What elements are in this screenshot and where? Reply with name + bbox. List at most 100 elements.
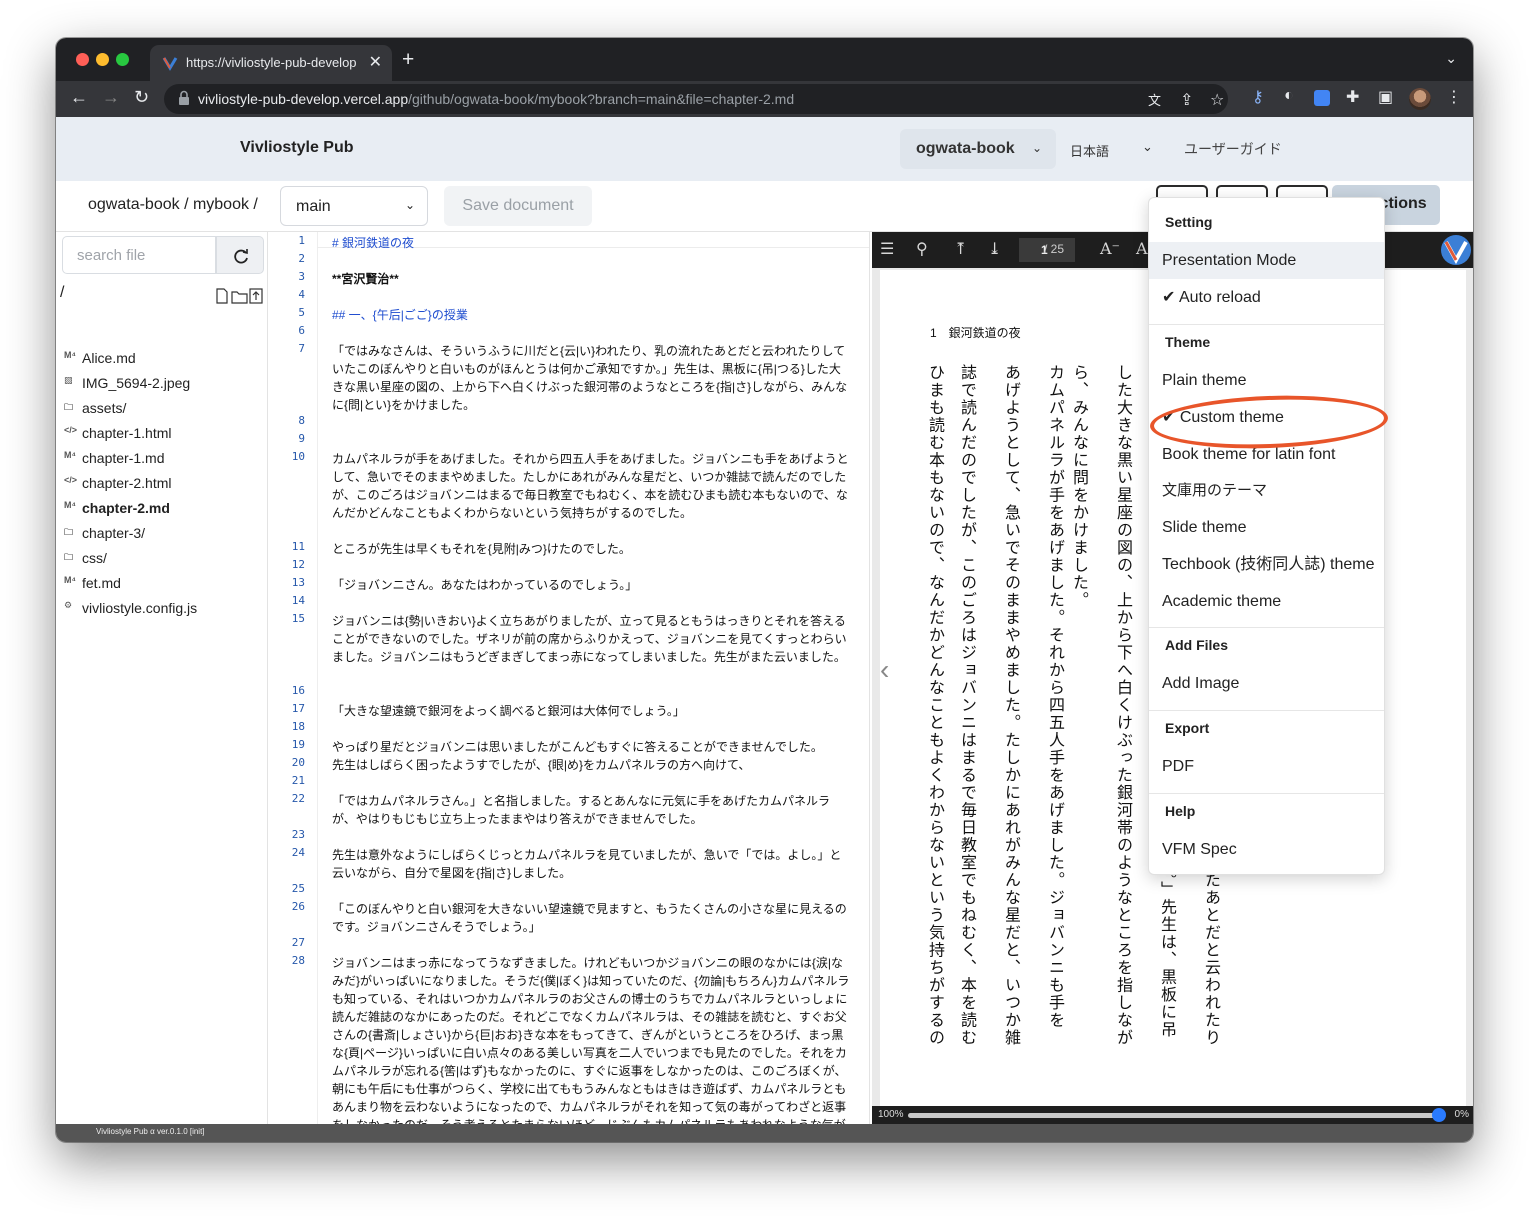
reload-icon[interactable]: ↻: [134, 87, 149, 108]
zoom-slider[interactable]: [908, 1113, 1438, 1118]
line-text: 先生は意外なようにしばらくじっとカムパネルラを見ていましたが、急いで「では。よし…: [332, 848, 842, 880]
file-item[interactable]: 🗀 css/: [64, 548, 264, 573]
first-page-icon[interactable]: ⤒: [954, 239, 967, 258]
bookmark-star-icon[interactable]: ☆: [1210, 90, 1224, 110]
file-name: Alice.md: [82, 350, 136, 366]
search-icon[interactable]: ⚲: [916, 239, 928, 258]
root-path[interactable]: /: [60, 284, 64, 302]
file-type-icon: </>: [64, 475, 78, 485]
new-folder-icon[interactable]: [231, 291, 248, 304]
line-number: 6: [298, 324, 305, 337]
vertical-text-column: カムパネルラが手をあげました。それから四五人手をあげました。ジョバンニも手を: [1046, 364, 1065, 1029]
menu-item-academic-theme[interactable]: Academic theme: [1149, 583, 1384, 620]
new-file-icon[interactable]: [216, 288, 228, 304]
file-item[interactable]: 🗀 chapter-3/: [64, 523, 264, 548]
line-number: 12: [291, 558, 305, 571]
menu-item-auto-reload[interactable]: ✔ Auto reload: [1149, 279, 1384, 316]
file-item[interactable]: M⁴ chapter-1.md: [64, 448, 264, 473]
refresh-files-button[interactable]: [216, 236, 264, 274]
tab-bar: https://vivliostyle-pub-develop ✕ + ⌄: [56, 38, 1473, 81]
menu-item-vfm-spec[interactable]: VFM Spec: [1149, 831, 1384, 868]
back-icon[interactable]: ←: [70, 87, 88, 108]
file-type-icon: M⁴: [64, 450, 76, 460]
file-item[interactable]: M⁴ chapter-2.md: [64, 498, 264, 523]
menu-item-techbook-theme[interactable]: Techbook (技術同人誌) theme: [1149, 546, 1384, 583]
zoom-left-label: 100%: [878, 1109, 904, 1120]
brand-title[interactable]: Vivliostyle Pub: [240, 139, 354, 157]
google-translate-icon[interactable]: [1314, 90, 1330, 106]
line-text: 「大きな望遠鏡で銀河をよっく調べると銀河は大体何でしょう。」: [332, 704, 685, 718]
share-icon[interactable]: ⇪: [1180, 90, 1193, 110]
next-page-icon[interactable]: ⤓: [988, 239, 1001, 258]
profile-avatar[interactable]: [1409, 88, 1431, 110]
font-smaller-icon[interactable]: A⁻: [1100, 239, 1120, 258]
line-text: カムパネルラが手をあげました。それから四五人手をあげました。ジョバンニも手をあげ…: [332, 452, 849, 520]
line-text: 「ではみなさんは、そういうふうに川だと{云|い}われたり、乳の流れたあとだと云わ…: [332, 344, 848, 412]
line-text: ## 一、{午后|ごご}の授業: [332, 308, 468, 322]
line-number: 24: [291, 846, 305, 859]
file-type-icon: 🗀: [64, 552, 74, 562]
zoom-right-label: 0%: [1454, 1109, 1469, 1120]
save-document-button[interactable]: Save document: [444, 186, 592, 226]
user-dropdown[interactable]: ogwata-book ⌄: [900, 129, 1056, 169]
file-item[interactable]: 🗀 assets/: [64, 398, 264, 423]
upload-icon[interactable]: [249, 288, 263, 304]
extension-spy-icon[interactable]: ◐: [1284, 87, 1294, 105]
file-item[interactable]: </> chapter-1.html: [64, 423, 264, 448]
close-tab-icon[interactable]: ✕: [369, 52, 382, 72]
file-item[interactable]: M⁴ fet.md: [64, 573, 264, 598]
line-text: 先生はしばらく困ったようすでしたが、{眼|め}をカムパネルラの方へ向けて、: [332, 758, 751, 772]
sidepanel-icon[interactable]: ▣: [1378, 87, 1393, 107]
line-text: ジョバンニは{勢|いきおい}よく立ちあがりましたが、立って見るともうはっきりとそ…: [332, 614, 847, 664]
previous-page-arrow-icon[interactable]: ‹: [880, 654, 889, 686]
line-number: 22: [291, 792, 305, 805]
forward-icon[interactable]: →: [102, 87, 120, 108]
file-type-icon: 🗀: [64, 402, 74, 412]
menu-item-slide-theme[interactable]: Slide theme: [1149, 509, 1384, 546]
file-sidebar: / M⁴ Alice.md ▧ IMG_5694-2.jpeg 🗀 assets/ </> c…: [56, 232, 268, 1124]
line-number: 28: [291, 954, 305, 967]
close-window-button[interactable]: [76, 53, 89, 66]
address-bar[interactable]: vivliostyle-pub-develop.vercel.app/githu…: [164, 84, 1228, 114]
file-item[interactable]: ▧ IMG_5694-2.jpeg: [64, 373, 264, 398]
search-file-field[interactable]: [62, 236, 216, 274]
maximize-window-button[interactable]: [116, 53, 129, 66]
menu-item-presentation-mode[interactable]: Presentation Mode: [1149, 242, 1384, 279]
line-number: 27: [291, 936, 305, 949]
markdown-editor[interactable]: 1 # 銀河鉄道の夜 2 3 **宮沢賢治** 4 5 ## 一、{午后|ごご}の授業 6 7 「で…: [269, 232, 870, 1124]
extensions-puzzle-icon[interactable]: ✚: [1346, 87, 1359, 107]
branch-select[interactable]: main ⌄: [280, 186, 428, 226]
toc-icon[interactable]: ☰: [880, 239, 894, 258]
browser-tab[interactable]: https://vivliostyle-pub-develop ✕: [150, 45, 392, 81]
vertical-text-column: ひまも読む本もないので、なんだかどんなこともよくわからないという気持ちがするの: [926, 364, 945, 1047]
browser-menu-icon[interactable]: ⋮: [1446, 87, 1462, 107]
language-select[interactable]: 日本語: [1070, 141, 1109, 160]
line-number: 14: [291, 594, 305, 607]
translate-icon[interactable]: 文: [1148, 90, 1161, 109]
file-type-icon: ⚙: [64, 600, 73, 610]
zoom-slider-handle[interactable]: [1432, 1108, 1446, 1122]
tab-search-icon[interactable]: ⌄: [1445, 50, 1457, 67]
zoom-bar: 100% 0%: [872, 1106, 1473, 1124]
menu-header-setting: Setting: [1165, 214, 1213, 230]
file-type-icon: M⁴: [64, 350, 76, 360]
menu-header-help: Help: [1165, 803, 1196, 819]
user-guide-link[interactable]: ユーザーガイド: [1184, 139, 1282, 159]
file-item[interactable]: </> chapter-2.html: [64, 473, 264, 498]
minimize-window-button[interactable]: [96, 53, 109, 66]
menu-item-bunko-theme[interactable]: 文庫用のテーマ: [1149, 472, 1384, 509]
extension-key-icon[interactable]: ⚷: [1252, 87, 1264, 107]
file-item[interactable]: M⁴ Alice.md: [64, 348, 264, 373]
menu-item-plain-theme[interactable]: Plain theme: [1149, 362, 1384, 399]
file-item[interactable]: ⚙ vivliostyle.config.js: [64, 598, 264, 623]
chevron-down-icon[interactable]: ⌄: [1142, 139, 1153, 155]
line-number: 25: [291, 882, 305, 895]
new-tab-icon[interactable]: +: [402, 48, 414, 72]
search-file-input[interactable]: [63, 237, 215, 273]
menu-header-export: Export: [1165, 720, 1210, 736]
file-list: M⁴ Alice.md ▧ IMG_5694-2.jpeg 🗀 assets/ </> cha…: [64, 348, 264, 623]
menu-item-pdf[interactable]: PDF: [1149, 748, 1384, 785]
vertical-text-column: 誌で読んだのでしたが、このごろはジョバンニはまるで毎日教室でもねむく、本を読む: [958, 364, 977, 1047]
vivliostyle-favicon-icon: [162, 57, 178, 71]
menu-item-add-image[interactable]: Add Image: [1149, 665, 1384, 702]
